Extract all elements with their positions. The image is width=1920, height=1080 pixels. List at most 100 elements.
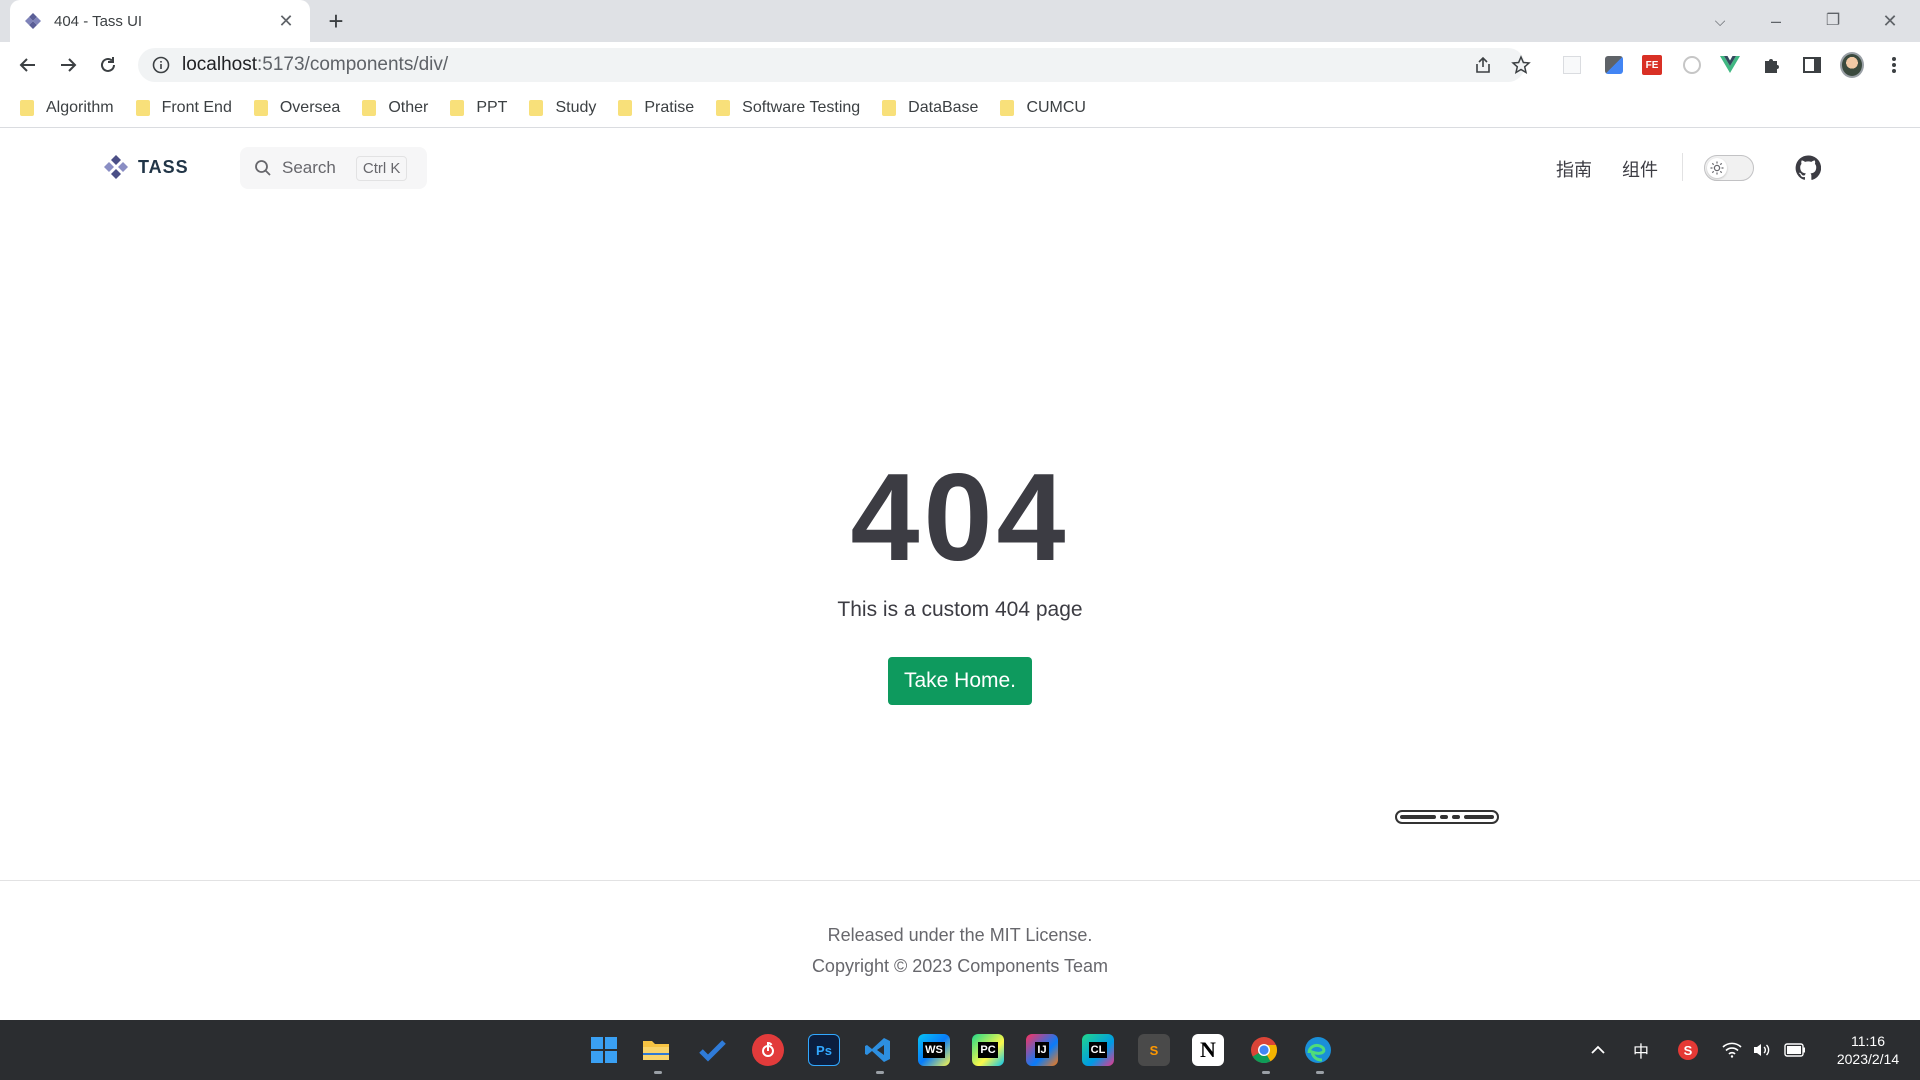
clock-date: 2023/2/14 — [1836, 1051, 1900, 1067]
reload-icon — [101, 57, 115, 72]
bookmark-label: CUMCU — [1026, 98, 1086, 116]
site-navbar: TASS Search Ctrl K 指南 组件 — [0, 129, 1920, 209]
url-text: localhost:5173/components/div/ — [182, 54, 448, 76]
sublime-icon[interactable]: S — [1138, 1034, 1170, 1066]
bookmark-label: Oversea — [279, 98, 341, 116]
tab-title: 404 - Tass UI — [54, 12, 143, 30]
handle-bar — [1452, 815, 1460, 819]
netease-music-icon[interactable] — [752, 1034, 784, 1066]
site-logo[interactable]: TASS — [102, 153, 189, 181]
restore-button[interactable]: ❐ — [1815, 6, 1851, 36]
sogou-ime-icon[interactable]: S — [1678, 1020, 1698, 1080]
bookmarks-bar: Algorithm Front End Oversea Other PPT St… — [0, 88, 1920, 128]
profile-avatar[interactable] — [1840, 52, 1864, 78]
search-placeholder: Search — [282, 158, 336, 177]
intellij-icon[interactable]: IJ — [1026, 1034, 1058, 1066]
share-icon[interactable] — [1468, 48, 1498, 82]
sun-icon — [1707, 158, 1727, 178]
bookmark-study[interactable]: Study — [529, 99, 596, 117]
bookmark-label: Software Testing — [742, 98, 861, 116]
ime-indicator[interactable]: 中 — [1633, 1020, 1649, 1080]
bookmark-label: PPT — [476, 98, 508, 116]
bookmark-pratise[interactable]: Pratise — [618, 99, 694, 117]
back-button[interactable] — [14, 51, 42, 79]
tass-logo-icon — [104, 155, 128, 179]
tab-search-chevron-icon[interactable]: ⌵ — [1702, 6, 1738, 36]
bookmark-algorithm[interactable]: Algorithm — [20, 99, 114, 117]
taskbar-clock[interactable]: 11:16 2023/2/14 — [1820, 1032, 1916, 1068]
webstorm-icon[interactable]: WS — [918, 1034, 950, 1066]
folder-icon — [135, 99, 150, 116]
bookmark-ppt[interactable]: PPT — [450, 99, 507, 117]
bookmark-label: Study — [555, 98, 597, 116]
folder-icon — [20, 99, 34, 116]
browser-tab-strip: 404 - Tass UI ✕ + ⌵ – ❐ ✕ — [0, 0, 1920, 42]
folder-icon — [882, 99, 897, 116]
bookmark-front-end[interactable]: Front End — [135, 98, 232, 117]
extension-vue-devtools-icon[interactable] — [1718, 53, 1742, 77]
file-explorer-icon[interactable] — [640, 1034, 672, 1066]
running-indicator — [876, 1071, 884, 1074]
search-shortcut-badge: Ctrl K — [355, 155, 408, 181]
extensions-puzzle-icon[interactable] — [1760, 53, 1784, 77]
github-icon[interactable] — [1795, 155, 1822, 181]
close-window-button[interactable]: ✕ — [1872, 6, 1908, 36]
site-footer: Released under the MIT License. Copyrigh… — [0, 880, 1920, 1020]
nav-link-components[interactable]: 组件 — [1622, 156, 1658, 182]
bookmark-label: Pratise — [644, 98, 695, 116]
bookmark-label: DataBase — [908, 98, 979, 116]
search-button[interactable]: Search Ctrl K — [240, 147, 427, 189]
running-indicator — [654, 1071, 662, 1074]
logo-text: TASS — [138, 156, 189, 177]
wifi-icon[interactable] — [1722, 1020, 1742, 1080]
browser-tab[interactable]: 404 - Tass UI ✕ — [10, 0, 310, 42]
site-info-icon[interactable] — [152, 56, 170, 74]
reload-button[interactable] — [94, 51, 122, 79]
windows-taskbar: Ps WS PC IJ CL S N 中 S 11:16 2023/2/14 — [0, 1020, 1920, 1080]
extension-eyedropper-icon[interactable] — [1602, 53, 1626, 77]
clock-time: 11:16 — [1851, 1033, 1885, 1049]
forward-button[interactable] — [54, 51, 82, 79]
side-panel-icon[interactable] — [1800, 53, 1824, 77]
floating-drag-handle[interactable] — [1395, 810, 1499, 824]
extension-blank-icon[interactable] — [1560, 53, 1584, 77]
new-tab-button[interactable]: + — [322, 8, 350, 36]
browser-menu-icon[interactable] — [1882, 53, 1906, 77]
extension-circle-icon[interactable] — [1680, 53, 1704, 77]
bookmark-label: Other — [388, 98, 429, 116]
error-message: This is a custom 404 page — [837, 598, 1083, 621]
folder-icon — [529, 99, 544, 116]
search-icon — [255, 160, 271, 176]
todo-icon[interactable] — [696, 1034, 728, 1066]
bookmark-other[interactable]: Other — [362, 99, 428, 117]
clion-icon[interactable]: CL — [1082, 1034, 1114, 1066]
browser-toolbar: localhost:5173/components/div/ FE — [0, 42, 1920, 88]
running-indicator — [1262, 1071, 1270, 1074]
nav-link-guide[interactable]: 指南 — [1556, 156, 1592, 182]
minimize-button[interactable]: – — [1758, 6, 1794, 36]
extension-fe-helper-icon[interactable]: FE — [1640, 53, 1664, 77]
take-home-button[interactable]: Take Home. — [888, 657, 1032, 705]
bookmark-label: Front End — [161, 98, 232, 116]
bookmark-software-testing[interactable]: Software Testing — [716, 99, 860, 117]
url-host: localhost — [182, 54, 257, 75]
tray-overflow-chevron-icon[interactable] — [1590, 1020, 1606, 1080]
error-code: 404 — [850, 449, 1070, 587]
address-bar[interactable]: localhost:5173/components/div/ — [138, 48, 1531, 82]
chrome-icon[interactable] — [1248, 1034, 1280, 1066]
bookmark-oversea[interactable]: Oversea — [253, 98, 341, 117]
theme-toggle[interactable] — [1704, 155, 1754, 181]
volume-icon[interactable] — [1752, 1020, 1772, 1080]
vscode-icon[interactable] — [862, 1034, 894, 1066]
bookmark-star-icon[interactable] — [1506, 48, 1536, 82]
bookmark-database[interactable]: DataBase — [882, 99, 978, 117]
bookmark-cumcu[interactable]: CUMCU — [1000, 99, 1086, 117]
bookmark-label: Algorithm — [46, 98, 114, 116]
notion-icon[interactable]: N — [1192, 1034, 1224, 1066]
photoshop-icon[interactable]: Ps — [808, 1034, 840, 1066]
battery-icon[interactable] — [1784, 1020, 1806, 1080]
start-icon[interactable] — [588, 1034, 620, 1066]
tab-close-icon[interactable]: ✕ — [276, 11, 296, 32]
edge-icon[interactable] — [1302, 1034, 1334, 1066]
pycharm-icon[interactable]: PC — [972, 1034, 1004, 1066]
